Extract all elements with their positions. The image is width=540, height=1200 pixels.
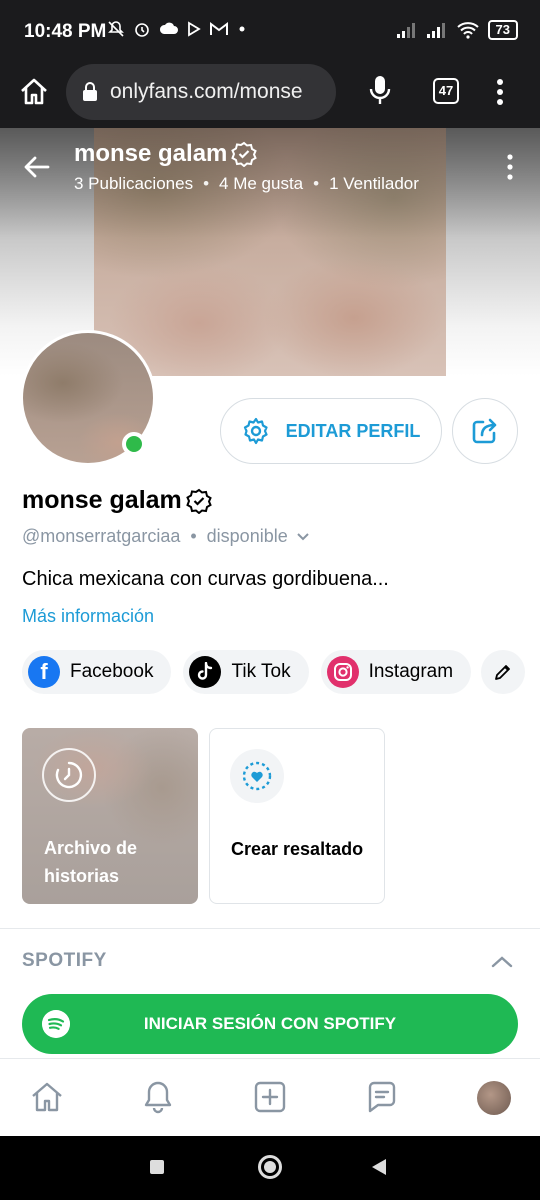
publications-count: 3 Publicaciones	[74, 174, 194, 193]
android-back-button[interactable]	[372, 1159, 386, 1175]
verified-badge-icon	[231, 141, 258, 167]
home-icon[interactable]	[18, 76, 50, 108]
spotify-icon	[42, 1010, 70, 1038]
status-time: 10:48 PM	[24, 21, 107, 42]
nav-messages[interactable]	[364, 1079, 400, 1115]
edit-profile-label: EDITAR PERFIL	[285, 420, 421, 441]
social-link-label: Instagram	[368, 661, 454, 682]
profile-title: monse galam	[22, 486, 212, 515]
pencil-icon	[495, 665, 510, 680]
story-archive-icon-wrap	[42, 748, 96, 802]
status-notification-icons	[107, 20, 247, 38]
recent-apps-button[interactable]	[150, 1160, 164, 1174]
play-icon	[188, 21, 201, 37]
microphone-icon[interactable]	[366, 74, 394, 106]
social-link-label: Tik Tok	[231, 661, 291, 682]
availability-status: disponible	[206, 526, 288, 546]
more-vertical-icon[interactable]	[492, 76, 508, 108]
signal-icon	[426, 23, 445, 38]
profile-handle: @monserratgarciaa	[22, 526, 181, 546]
profile-more-icon[interactable]	[502, 152, 518, 182]
lock-icon	[83, 82, 97, 101]
header-name: monse galam	[74, 140, 228, 167]
edit-social-links-button[interactable]	[481, 650, 525, 694]
profile-bio: Chica mexicana con curvas gordibuena...	[22, 568, 389, 590]
instagram-icon	[326, 656, 359, 688]
bell-icon	[144, 1081, 172, 1114]
availability-dropdown[interactable]: disponible	[207, 526, 310, 547]
message-icon	[368, 1081, 396, 1113]
section-divider	[0, 928, 540, 929]
browser-toolbar: onlyfans.com/monse 47	[0, 62, 540, 128]
android-navigation-bar	[0, 1136, 540, 1200]
android-home-button[interactable]	[258, 1155, 282, 1179]
spotify-login-button[interactable]: INICIAR SESIÓN CON SPOTIFY	[22, 994, 518, 1054]
create-highlight-label: Crear resaltado	[231, 839, 364, 859]
status-system-icons: 73	[396, 20, 518, 40]
cloud-icon	[159, 22, 178, 34]
social-link-tiktok[interactable]: Tik Tok	[183, 650, 309, 694]
social-link-label: Facebook	[70, 661, 154, 682]
more-info-link[interactable]: Más información	[22, 606, 154, 627]
alarm-icon	[135, 23, 149, 37]
bottom-navigation	[0, 1058, 540, 1136]
gmail-icon	[210, 22, 228, 35]
story-archive-label: Archivo de historias	[44, 838, 138, 886]
address-bar[interactable]: onlyfans.com/monse	[66, 64, 336, 120]
gear-icon	[243, 417, 268, 445]
likes-count: 4 Me gusta	[219, 174, 304, 193]
spotify-login-label: INICIAR SESIÓN CON SPOTIFY	[143, 1014, 397, 1033]
mute-icon	[108, 21, 124, 37]
stats-separator: •	[203, 174, 210, 193]
signal-icon	[396, 23, 415, 38]
edit-profile-button[interactable]: EDITAR PERFIL	[220, 398, 442, 464]
create-highlight-card[interactable]: Crear resaltado	[209, 728, 385, 904]
header-stats: 3 Publicaciones • 4 Me gusta • 1 Ventila…	[74, 174, 419, 194]
nav-notifications[interactable]	[140, 1079, 176, 1115]
nav-profile-avatar[interactable]	[477, 1081, 511, 1115]
tab-switcher-button[interactable]: 47	[433, 78, 459, 104]
social-links: f Facebook Tik Tok Instagram	[22, 650, 472, 694]
share-icon	[472, 418, 497, 444]
stats-separator: •	[313, 174, 320, 193]
chevron-down-icon	[297, 532, 309, 540]
chevron-up-icon[interactable]	[490, 950, 514, 974]
online-status-indicator	[122, 432, 146, 456]
verified-badge-icon	[186, 488, 212, 514]
spotify-section-title: SPOTIFY	[22, 950, 107, 971]
battery-indicator: 73	[487, 20, 518, 40]
home-icon	[32, 1082, 62, 1112]
status-bar: 10:48 PM 73	[0, 0, 540, 62]
create-highlight-icon-wrap	[230, 749, 284, 803]
nav-new-post[interactable]	[252, 1079, 288, 1115]
social-link-facebook[interactable]: f Facebook	[22, 650, 172, 694]
handle-separator: •	[190, 526, 197, 546]
back-arrow-icon[interactable]	[22, 152, 52, 182]
plus-square-icon	[254, 1081, 286, 1113]
dot-icon	[239, 26, 245, 32]
tiktok-icon	[189, 656, 222, 688]
facebook-icon: f	[28, 656, 60, 688]
story-archive-card[interactable]: Archivo de historias	[22, 728, 198, 904]
fans-count: 1 Ventilador	[329, 174, 419, 193]
clock-history-icon	[55, 761, 83, 789]
url-text: onlyfans.com/monse	[110, 80, 303, 103]
profile-handle-row: @monserratgarciaa • disponible	[22, 526, 310, 547]
share-button[interactable]	[452, 398, 518, 464]
nav-home[interactable]	[29, 1079, 65, 1115]
header-title: monse galam	[74, 140, 258, 168]
social-link-instagram[interactable]: Instagram	[320, 650, 472, 694]
profile-name: monse galam	[22, 486, 182, 514]
wifi-icon	[456, 22, 479, 39]
heart-circle-icon	[242, 761, 272, 791]
